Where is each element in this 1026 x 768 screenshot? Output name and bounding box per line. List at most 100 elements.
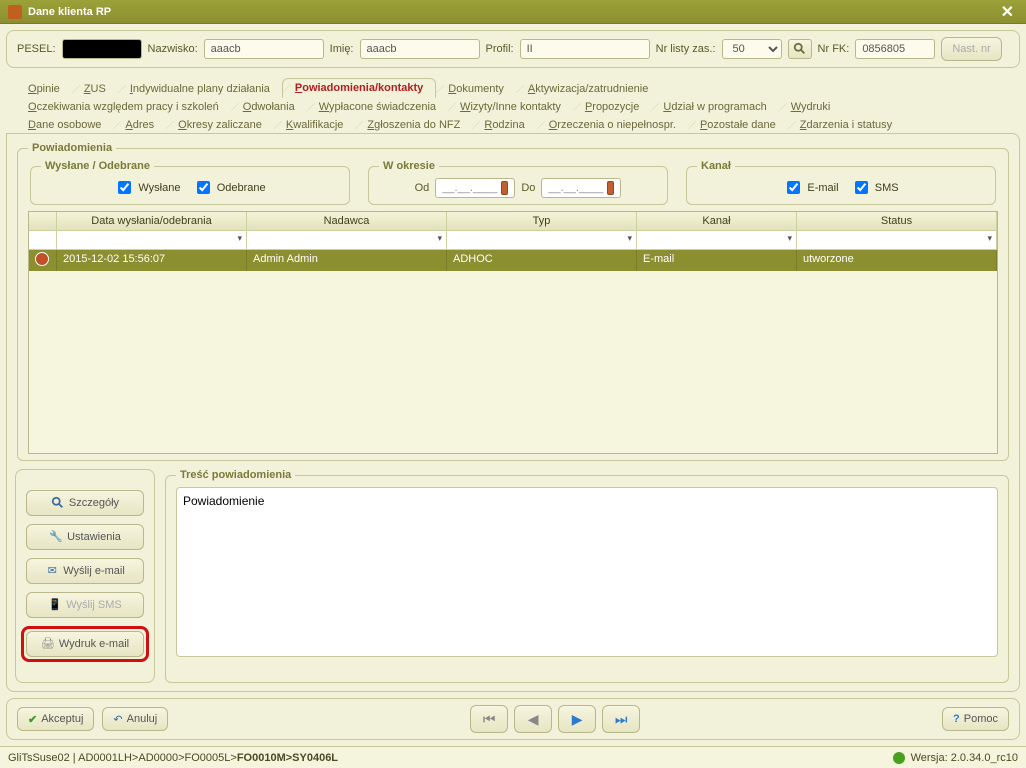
calendar-icon	[501, 181, 508, 195]
message-body[interactable]: Powiadomienie	[176, 487, 998, 657]
tab-adres[interactable]: Adres	[113, 116, 166, 134]
cell-sender: Admin Admin	[247, 250, 447, 271]
window-title: Dane klienta RP	[28, 6, 111, 18]
table-row[interactable]: 2015-12-02 15:56:07 Admin Admin ADHOC E-…	[29, 250, 997, 271]
sms-checkbox[interactable]: SMS	[851, 178, 899, 197]
tab-kwalifikacje[interactable]: Kwalifikacje	[274, 116, 355, 134]
filter-icon	[29, 231, 57, 250]
nav-next-button[interactable]: ▶	[558, 705, 596, 733]
tab-aktywizacja-zatrudnienie[interactable]: Aktywizacja/zatrudnienie	[516, 80, 660, 98]
tab-okresy-zaliczane[interactable]: Okresy zaliczane	[166, 116, 274, 134]
printer-icon: 🖨	[41, 637, 55, 651]
message-legend: Treść powiadomienia	[176, 469, 295, 481]
filter-status[interactable]	[797, 231, 997, 250]
undo-icon: ↶	[113, 713, 122, 726]
col-date[interactable]: Data wysłania/odebrania	[57, 212, 247, 231]
wyslij-sms-button[interactable]: 📱 Wyślij SMS	[26, 592, 144, 618]
wokresie-legend: W okresie	[379, 160, 439, 172]
nazwisko-field[interactable]	[204, 39, 324, 59]
nrlisty-select[interactable]: 50	[722, 39, 782, 59]
mail-icon: ✉	[45, 564, 59, 578]
tab-orzeczenia-o-niepe-nospr-[interactable]: Orzeczenia o niepełnospr.	[537, 116, 688, 134]
tab-opinie[interactable]: Opinie	[16, 80, 72, 98]
nrfk-label: Nr FK:	[818, 43, 850, 55]
nrfk-field[interactable]	[855, 39, 935, 59]
anuluj-button[interactable]: ↶ Anuluj	[102, 707, 168, 731]
email-checkbox[interactable]: E-mail	[783, 178, 838, 197]
wyslij-email-button[interactable]: ✉ Wyślij e-mail	[26, 558, 144, 584]
prev-icon: ◀	[528, 711, 539, 728]
tab-body: Powiadomienia Wysłane / Odebrane Wysłane…	[6, 133, 1020, 692]
powiadomienia-group: Powiadomienia Wysłane / Odebrane Wysłane…	[17, 142, 1009, 461]
last-icon: ⏭	[615, 711, 628, 728]
filter-channel[interactable]	[637, 231, 797, 250]
tab-pozosta-e-dane[interactable]: Pozostałe dane	[688, 116, 788, 134]
col-sender[interactable]: Nadawca	[247, 212, 447, 231]
cell-channel: E-mail	[637, 250, 797, 271]
profil-field[interactable]	[520, 39, 650, 59]
calendar-icon	[607, 181, 614, 195]
nav-first-button[interactable]: ⏮	[470, 705, 508, 733]
tab-zus[interactable]: ZUS	[72, 80, 118, 98]
tab-indywidualne-plany-dzia-ania[interactable]: Indywidualne plany działania	[118, 80, 282, 98]
message-panel: Treść powiadomienia Powiadomienie	[165, 469, 1009, 683]
tab-powiadomienia-kontakty[interactable]: Powiadomienia/kontakty	[282, 78, 436, 98]
tab-dane-osobowe[interactable]: Dane osobowe	[16, 116, 113, 134]
bottom-bar: ✔ Akceptuj ↶ Anuluj ⏮ ◀ ▶ ⏭ ? Pomoc	[6, 698, 1020, 740]
status-version: Wersja: 2.0.34.0_rc10	[911, 752, 1018, 764]
wyslane-checkbox[interactable]: Wysłane	[114, 178, 180, 197]
tab-wyp-acone-wiadczenia[interactable]: Wypłacone świadczenia	[307, 98, 448, 116]
cell-date: 2015-12-02 15:56:07	[57, 250, 247, 271]
tab-zdarzenia-i-statusy[interactable]: Zdarzenia i statusy	[788, 116, 904, 134]
nastnr-button[interactable]: Nast. nr	[941, 37, 1002, 61]
status-path: GliTsSuse02 | AD0001LH>AD0000>FO0005L>FO…	[8, 752, 338, 764]
nav-last-button[interactable]: ⏭	[602, 705, 640, 733]
nazwisko-label: Nazwisko:	[148, 43, 198, 55]
tab-odwo-ania[interactable]: Odwołania	[231, 98, 307, 116]
tab-container: OpinieZUSIndywidualne plany działaniaPow…	[6, 74, 1020, 692]
od-date[interactable]: __.__.____	[435, 178, 515, 198]
akceptuj-button[interactable]: ✔ Akceptuj	[17, 707, 94, 731]
cell-status: utworzone	[797, 250, 997, 271]
grid: Data wysłania/odebrania Nadawca Typ Kana…	[28, 211, 998, 454]
side-buttons: Szczegóły 🔧 Ustawienia ✉ Wyślij e-mail 📱…	[15, 469, 155, 683]
nrlisty-label: Nr listy zas.:	[656, 43, 716, 55]
do-label: Do	[521, 182, 535, 194]
cell-type: ADHOC	[447, 250, 637, 271]
powiadomienia-legend: Powiadomienia	[28, 142, 116, 154]
tab-dokumenty[interactable]: Dokumenty	[436, 80, 516, 98]
imie-field[interactable]	[360, 39, 480, 59]
do-date[interactable]: __.__.____	[541, 178, 621, 198]
col-status[interactable]: Status	[797, 212, 997, 231]
col-type[interactable]: Typ	[447, 212, 637, 231]
search-button[interactable]	[788, 39, 812, 59]
ustawienia-button[interactable]: 🔧 Ustawienia	[26, 524, 144, 550]
pesel-field[interactable]	[62, 39, 142, 59]
wydruk-email-button[interactable]: 🖨 Wydruk e-mail	[26, 631, 144, 657]
filter-date[interactable]	[57, 231, 247, 250]
wrench-icon: 🔧	[49, 530, 63, 544]
next-icon: ▶	[572, 711, 583, 728]
tab-wizyty-inne-kontakty[interactable]: Wizyty/Inne kontakty	[448, 98, 573, 116]
imie-label: Imię:	[330, 43, 354, 55]
pomoc-button[interactable]: ? Pomoc	[942, 707, 1009, 731]
odebrane-checkbox[interactable]: Odebrane	[193, 178, 266, 197]
tab-propozycje[interactable]: Propozycje	[573, 98, 651, 116]
col-icon[interactable]	[29, 212, 57, 231]
grid-filter-row	[29, 231, 997, 250]
close-icon[interactable]: ✕	[997, 2, 1018, 22]
od-label: Od	[415, 182, 430, 194]
tab-wydruki[interactable]: Wydruki	[779, 98, 843, 116]
filter-sender[interactable]	[247, 231, 447, 250]
szczegoly-button[interactable]: Szczegóły	[26, 490, 144, 516]
wyslane-group: Wysłane / Odebrane Wysłane Odebrane	[30, 160, 350, 205]
filter-type[interactable]	[447, 231, 637, 250]
grid-header: Data wysłania/odebrania Nadawca Typ Kana…	[29, 212, 997, 231]
tab-zg-oszenia-do-nfz[interactable]: Zgłoszenia do NFZ	[355, 116, 472, 134]
col-channel[interactable]: Kanał	[637, 212, 797, 231]
tab-udzia-w-programach[interactable]: Udział w programach	[651, 98, 778, 116]
tab-rodzina[interactable]: Rodzina	[472, 116, 536, 134]
highlight-wydruk: 🖨 Wydruk e-mail	[21, 626, 149, 662]
nav-prev-button[interactable]: ◀	[514, 705, 552, 733]
tab-oczekiwania-wzgl-dem-pracy-i-szkole-[interactable]: Oczekiwania względem pracy i szkoleń	[16, 98, 231, 116]
